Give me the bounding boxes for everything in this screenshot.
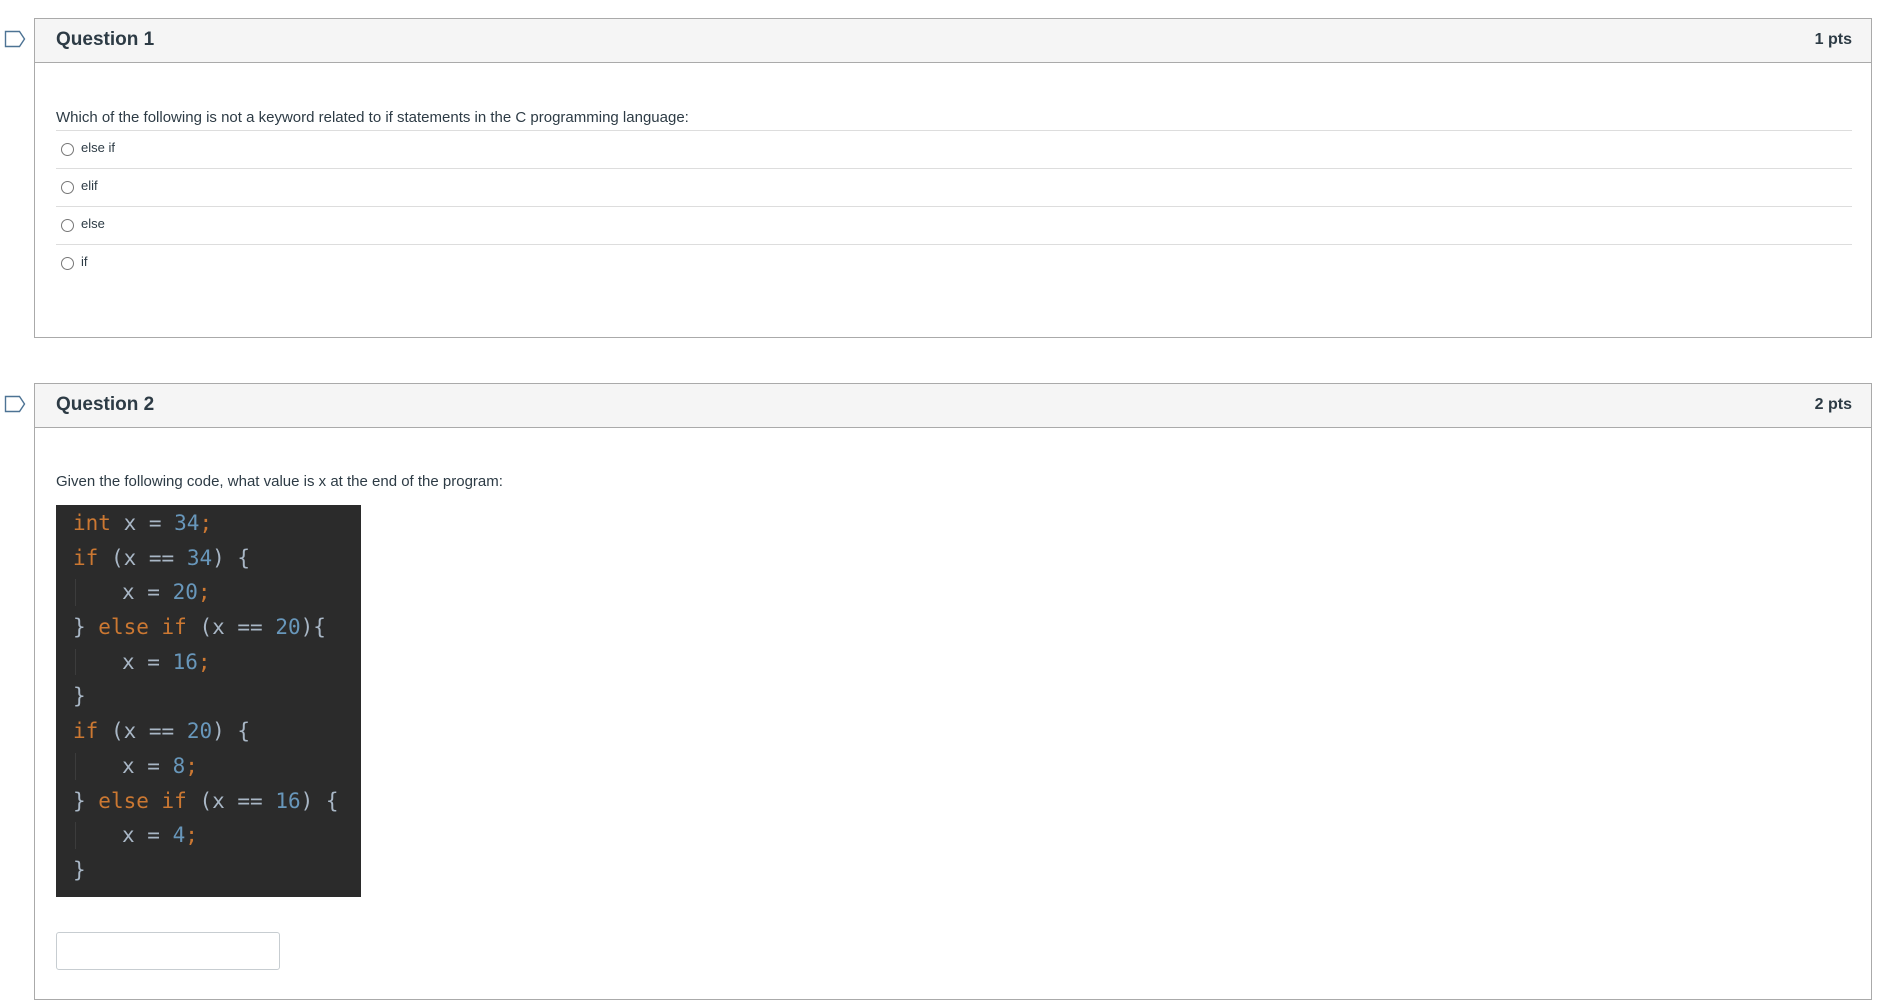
answer-option-if[interactable]: if [56, 244, 1852, 282]
indent-guide [75, 579, 76, 607]
code-token: } [73, 788, 99, 813]
code-token: (x == [98, 719, 187, 744]
code-line: int x = 34; [56, 506, 361, 541]
code-line: } [56, 853, 361, 888]
code-token: 16 [275, 788, 301, 813]
code-token: x = [122, 823, 173, 848]
indent-guide [75, 752, 76, 780]
radio-button[interactable] [61, 181, 74, 194]
code-token: x = [122, 649, 173, 674]
code-token: 16 [172, 649, 198, 674]
code-line: } else if (x == 20){ [56, 610, 361, 645]
code-token: } [73, 615, 99, 640]
code-token: (x == [186, 788, 276, 813]
code-line: x = 20; [56, 575, 361, 610]
code-token: (x == [186, 615, 276, 640]
code-token: if [73, 719, 99, 744]
code-line: x = 16; [56, 645, 361, 680]
code-token: else if [98, 788, 187, 813]
code-token: 20 [172, 580, 198, 605]
code-token: ; [185, 753, 198, 778]
question-2-card: Question 2 2 pts Given the following cod… [34, 383, 1872, 1000]
code-line: x = 4; [56, 818, 361, 853]
question-1-answers: else if elif else if [56, 130, 1852, 282]
code-line: } else if (x == 16) { [56, 784, 361, 819]
question-2-title: Question 2 [56, 394, 155, 415]
code-token: 8 [172, 753, 186, 778]
question-1-header: Question 1 1 pts [35, 19, 1871, 63]
code-token: } [73, 684, 86, 709]
answer-label: else if [81, 140, 115, 155]
indent-guide [75, 822, 76, 849]
flag-question-2-icon[interactable] [4, 395, 26, 413]
code-token: (x == [98, 545, 187, 570]
code-token: ; [197, 649, 211, 674]
code-line: x = 8; [56, 749, 361, 784]
radio-button[interactable] [61, 219, 74, 232]
code-token: ; [199, 511, 213, 535]
code-line: } [56, 679, 361, 714]
question-1-card: Question 1 1 pts Which of the following … [34, 18, 1872, 338]
code-token: ; [197, 580, 211, 605]
question-1-prompt: Which of the following is not a keyword … [56, 109, 689, 126]
radio-button[interactable] [61, 257, 74, 270]
answer-option-else-if[interactable]: else if [56, 130, 1852, 168]
question-2-prompt: Given the following code, what value is … [56, 473, 503, 490]
code-line: if (x == 20) { [56, 714, 361, 749]
code-line: if (x == 34) { [56, 541, 361, 576]
answer-option-else[interactable]: else [56, 206, 1852, 244]
code-token: if [73, 545, 99, 570]
question-1-title: Question 1 [56, 29, 155, 50]
code-token: x = [122, 580, 173, 605]
code-token: 4 [172, 823, 186, 848]
question-1-points: 1 pts [1814, 31, 1852, 48]
code-token: x = [110, 511, 175, 535]
code-token: x = [122, 753, 173, 778]
code-token: 34 [174, 511, 200, 535]
code-token: 20 [186, 719, 213, 744]
code-token: 34 [186, 545, 213, 570]
indent-guide [75, 648, 76, 676]
question-2-header: Question 2 2 pts [35, 384, 1871, 428]
code-token: ; [185, 823, 198, 848]
radio-button[interactable] [61, 143, 74, 156]
answer-label: else [81, 216, 105, 231]
code-token: else if [98, 615, 187, 640]
code-token: ) { [300, 788, 339, 813]
flag-question-1-icon[interactable] [4, 30, 26, 48]
answer-label: elif [81, 178, 98, 193]
answer-option-elif[interactable]: elif [56, 168, 1852, 206]
question-2-points: 2 pts [1814, 396, 1852, 413]
code-token: ) { [212, 545, 251, 570]
code-token: int [73, 511, 111, 535]
code-token: 20 [275, 615, 301, 640]
code-token: } [73, 857, 86, 882]
code-token: ){ [300, 615, 326, 640]
code-token: ) { [212, 719, 251, 744]
answer-label: if [81, 254, 88, 269]
code-snippet: int x = 34; if (x == 34) {x = 20;} else i… [56, 505, 361, 897]
answer-text-input[interactable] [56, 932, 280, 970]
